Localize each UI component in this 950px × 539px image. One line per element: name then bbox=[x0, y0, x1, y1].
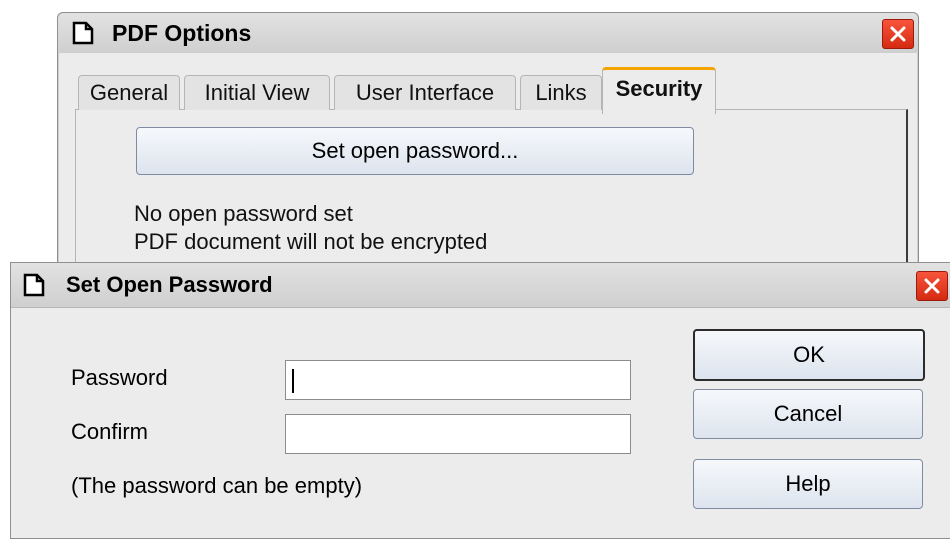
help-button[interactable]: Help bbox=[693, 459, 923, 509]
confirm-input[interactable] bbox=[285, 414, 631, 454]
document-icon bbox=[23, 273, 45, 297]
password-label-text: Password bbox=[71, 365, 168, 390]
cancel-button[interactable]: Cancel bbox=[693, 389, 923, 439]
set-open-password-button[interactable]: Set open password... bbox=[136, 127, 694, 175]
document-icon bbox=[72, 21, 94, 45]
confirm-label: Confirm bbox=[71, 419, 148, 445]
tab-user-interface[interactable]: User Interface bbox=[334, 75, 516, 110]
dialog-close-button[interactable] bbox=[916, 271, 948, 301]
set-open-password-dialog: Set Open Password Password Confirm (The … bbox=[10, 262, 950, 539]
password-hint: (The password can be empty) bbox=[71, 473, 363, 498]
password-label: Password bbox=[71, 365, 168, 391]
set-open-password-titlebar[interactable]: Set Open Password bbox=[11, 263, 950, 308]
confirm-label-text: Confirm bbox=[71, 419, 149, 444]
password-input[interactable] bbox=[285, 360, 631, 400]
password-status-text: No open password set bbox=[134, 201, 353, 226]
text-cursor bbox=[292, 369, 294, 393]
pdf-options-title: PDF Options bbox=[112, 20, 252, 46]
set-open-password-title: Set Open Password bbox=[66, 272, 273, 297]
tab-initial-view[interactable]: Initial View bbox=[184, 75, 330, 110]
tab-general[interactable]: General bbox=[78, 75, 180, 110]
close-icon bbox=[924, 278, 940, 294]
pdf-options-titlebar[interactable]: PDF Options bbox=[58, 13, 918, 53]
pdf-options-close-button[interactable] bbox=[882, 19, 914, 49]
encryption-status-text: PDF document will not be encrypted bbox=[134, 229, 488, 254]
tab-security[interactable]: Security bbox=[602, 67, 716, 114]
close-icon bbox=[890, 26, 906, 42]
ok-button[interactable]: OK bbox=[693, 329, 925, 381]
tab-links[interactable]: Links bbox=[520, 75, 602, 110]
